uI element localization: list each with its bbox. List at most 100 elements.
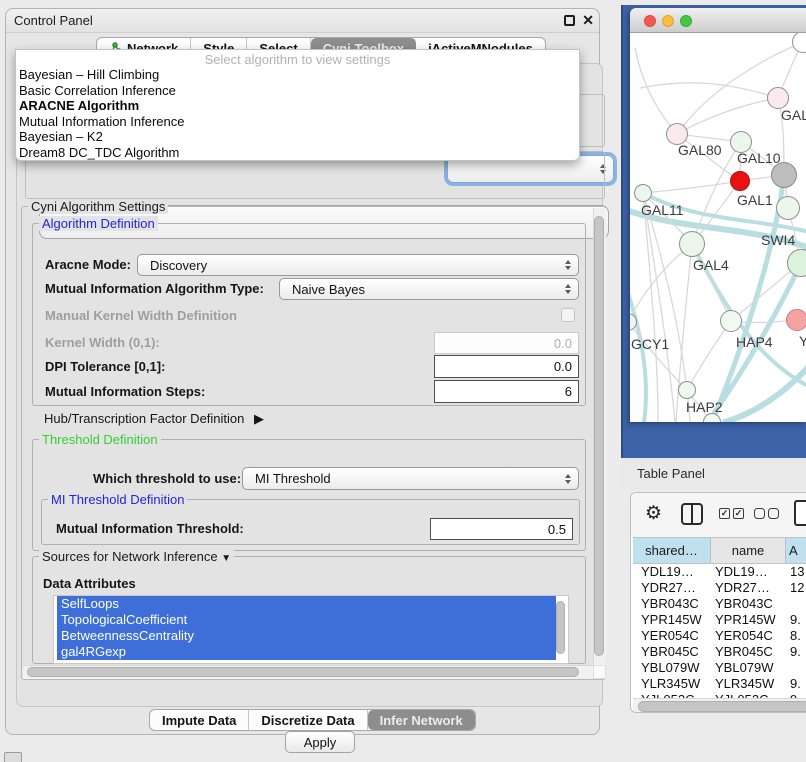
table-row[interactable]: YBR043C YBR043C [633,596,806,612]
column-header-name[interactable]: name [711,538,786,563]
column-header-clipped[interactable]: A [786,538,806,563]
table-toolbar: ⚙ ✓✓ [631,493,806,537]
table-row[interactable]: YER054C YER054C 8. [633,628,806,644]
network-node[interactable] [720,310,742,332]
table-row[interactable]: YDR27… YDR27… 12 [633,580,806,596]
cell-value: 9. [786,644,806,660]
network-node[interactable] [771,162,797,188]
cell-name: YPR145W [711,612,786,628]
mi-steps-field[interactable]: 6 [434,380,579,403]
collapsed-panel-button[interactable] [4,752,22,762]
network-node-label: GAL1 [737,192,773,208]
cell-value: 13 [786,564,806,580]
split-columns-icon[interactable] [681,503,703,525]
chevron-right-icon: ▶ [254,411,264,426]
scrollbar-corner [593,665,606,679]
mi-threshold-value: 0.5 [548,522,566,537]
mi-threshold-group-title: MI Threshold Definition [48,492,187,507]
algorithm-option[interactable]: ARACNE Algorithm [16,98,579,114]
algorithm-definition-title: Algorithm Definition [39,216,158,231]
deselect-all-checkboxes-icon[interactable] [754,508,779,519]
which-threshold-combo[interactable]: MI Threshold [242,467,579,490]
cell-name: YBR045C [711,644,786,660]
settings-horizontal-scrollbar-thumb[interactable] [27,667,579,677]
window-zoom-button[interactable] [680,15,692,27]
sources-group: Sources for Network Inference ▼ Data Att… [32,556,586,664]
algorithm-dropdown-placeholder: Select algorithm to view settings [16,50,579,67]
table-row[interactable]: YBR045C YBR045C 9. [633,644,806,660]
network-node-label: GAL10 [737,150,781,166]
network-node-label: HAP2 [686,399,723,415]
algorithm-definition-group: Algorithm Definition Aracne Mode: Discov… [32,223,586,406]
tab-infer-network-label: Infer Network [380,713,463,728]
cell-shared-name: YER054C [633,628,711,644]
combo-arrows-icon [565,284,571,294]
algorithm-option[interactable]: Dream8 DC_TDC Algorithm [16,145,579,161]
cyni-algorithm-settings-title: Cyni Algorithm Settings [28,199,168,214]
cell-value [786,596,806,612]
network-node[interactable] [786,309,806,331]
mi-algorithm-type-combo[interactable]: Naive Bayes [279,278,579,300]
network-node[interactable] [730,171,750,191]
network-node[interactable] [678,381,696,399]
cell-value: 8. [786,628,806,644]
network-node-label: GAL80 [678,142,722,158]
column-header-shared-name[interactable]: shared… [633,538,711,563]
sources-group-title[interactable]: Sources for Network Inference ▼ [39,549,234,566]
data-attribute-item[interactable]: TopologicalCoefficient [57,612,556,628]
algorithm-option[interactable]: Bayesian – Hill Climbing [16,67,579,83]
algorithm-option[interactable]: Basic Correlation Inference [16,83,579,99]
attributes-scrollbar-thumb[interactable] [556,601,565,654]
table-body[interactable]: YDL19… YDL19… 13 YDR27… YDR27… 12 YBR043… [633,564,806,698]
table-panel-header: Table Panel [621,458,806,490]
aracne-mode-combo[interactable]: Discovery [137,254,579,276]
table-header-row: shared… name A [633,537,806,564]
aracne-mode-value: Discovery [150,258,207,273]
threshold-definition-group: Threshold Definition Which threshold to … [32,439,586,551]
algorithm-option[interactable]: Mutual Information Inference [16,114,579,130]
mi-algorithm-type-label: Mutual Information Algorithm Type: [45,278,264,300]
tab-discretize-data[interactable]: Discretize Data [249,710,367,730]
manual-kernel-width-checkbox[interactable] [561,308,575,322]
table-row[interactable]: YPR145W YPR145W 9. [633,612,806,628]
dpi-tolerance-label: DPI Tolerance [0,1]: [45,355,165,378]
mi-threshold-label: Mutual Information Threshold: [56,518,244,540]
cyni-algorithm-settings-group: Cyni Algorithm Settings Algorithm Defini… [21,206,606,680]
kernel-width-field[interactable]: 0.0 [434,332,579,354]
algorithm-dropdown: Select algorithm to view settings Bayesi… [15,49,580,161]
table-file-icon[interactable] [794,500,806,526]
kernel-width-value: 0.0 [554,336,572,351]
mi-threshold-field[interactable]: 0.5 [430,518,573,540]
network-node[interactable] [776,196,800,220]
gear-icon[interactable]: ⚙ [645,502,662,525]
hub-definition-toggle[interactable]: Hub/Transcription Factor Definition ▶ [44,411,264,427]
data-attribute-item[interactable]: gal4RGexp [57,644,556,660]
network-canvas[interactable]: GALGAL80GAL10GAL1GAL11SWI4GAL4GCY1HAP4YH… [630,33,806,422]
table-row[interactable]: YDL19… YDL19… 13 [633,564,806,580]
data-attribute-item[interactable]: SelfLoops [57,596,556,612]
select-all-checkboxes-icon[interactable]: ✓✓ [719,508,744,519]
network-node[interactable] [767,87,789,109]
network-node[interactable] [634,184,652,202]
float-window-icon[interactable] [564,15,575,26]
window-minimize-button[interactable] [662,15,674,27]
data-attribute-item[interactable]: BetweennessCentrality [57,628,556,644]
data-attributes-list[interactable]: SelfLoopsTopologicalCoefficientBetweenne… [53,595,569,664]
aracne-mode-label: Aracne Mode: [45,254,131,276]
apply-button[interactable]: Apply [285,731,355,753]
algorithm-option[interactable]: Bayesian – K2 [16,129,579,145]
tab-infer-network[interactable]: Infer Network [368,710,475,730]
tab-impute-data[interactable]: Impute Data [150,710,249,730]
table-row[interactable]: YLR345W YLR345W 9. [633,676,806,692]
table-horizontal-scrollbar-thumb[interactable] [638,701,806,712]
network-node[interactable] [679,231,705,257]
settings-vertical-scrollbar-thumb[interactable] [594,216,604,656]
window-close-button[interactable] [644,15,656,27]
table-row[interactable]: YBL079W YBL079W [633,660,806,676]
cyni-bottom-tabbar: Impute Data Discretize Data Infer Networ… [149,709,476,731]
dpi-tolerance-field[interactable]: 0.0 [434,355,579,378]
network-node-label: SWI4 [761,232,795,248]
control-panel-titlebar: Control Panel ✕ [6,9,599,33]
close-icon[interactable]: ✕ [582,12,594,29]
mi-threshold-group: MI Threshold Definition Mutual Informati… [41,499,580,545]
